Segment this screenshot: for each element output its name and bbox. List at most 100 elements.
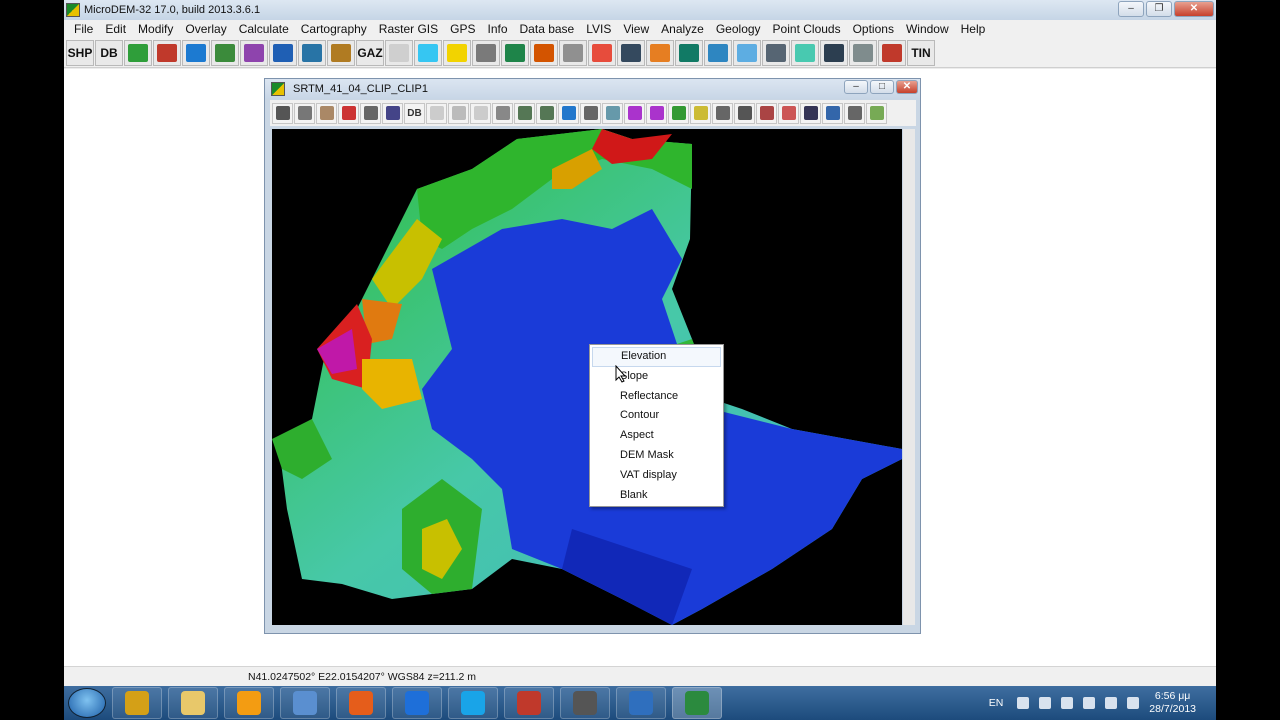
language-indicator[interactable]: EN — [989, 697, 1004, 709]
grid-icon[interactable] — [240, 39, 268, 66]
clock[interactable]: 6:56 μμ 28/7/2013 — [1149, 690, 1196, 716]
gaz-button[interactable]: GAZ — [356, 39, 384, 66]
map-window-icon[interactable] — [271, 82, 285, 96]
los-icon[interactable] — [530, 39, 558, 66]
context-menu-item-vat-display[interactable]: VAT display — [590, 466, 723, 486]
menu-overlay[interactable]: Overlay — [179, 22, 232, 36]
menu-view[interactable]: View — [617, 22, 655, 36]
building-icon[interactable] — [675, 39, 703, 66]
map-window-titlebar[interactable]: SRTM_41_04_CLIP_CLIP1 – □ ✕ — [265, 79, 920, 99]
map-vertical-scrollbar[interactable] — [903, 129, 915, 625]
tin-button[interactable]: TIN — [907, 39, 935, 66]
shp-button[interactable]: SHP — [66, 39, 94, 66]
context-menu-item-aspect[interactable]: Aspect — [590, 426, 723, 446]
help-icon[interactable] — [844, 102, 865, 124]
map-close-button[interactable]: ✕ — [896, 80, 918, 94]
map-minimize-button[interactable]: – — [844, 80, 868, 94]
vector-icon[interactable] — [182, 39, 210, 66]
web-icon[interactable] — [822, 102, 843, 124]
taskbar-google-earth-button[interactable] — [616, 687, 666, 719]
wire-globe-icon[interactable] — [820, 39, 848, 66]
close-button[interactable]: ✕ — [1174, 1, 1214, 17]
menu-geology[interactable]: Geology — [710, 22, 767, 36]
taskbar-library-button[interactable] — [112, 687, 162, 719]
context-menu-item-dem-mask[interactable]: DEM Mask — [590, 446, 723, 466]
tetra-icon[interactable] — [849, 39, 877, 66]
zoom-window-icon[interactable] — [492, 102, 513, 124]
zoom-out-icon[interactable] — [536, 102, 557, 124]
field-guide-icon[interactable] — [327, 39, 355, 66]
power-icon[interactable] — [1061, 697, 1074, 709]
network-icon[interactable] — [1083, 697, 1096, 709]
pixel-icon[interactable] — [800, 102, 821, 124]
taskbar-filezilla-button[interactable] — [504, 687, 554, 719]
graticule-icon[interactable] — [734, 102, 755, 124]
menu-info[interactable]: Info — [482, 22, 514, 36]
target-icon[interactable] — [712, 102, 733, 124]
profile-icon[interactable] — [559, 39, 587, 66]
map-open-icon[interactable] — [124, 39, 152, 66]
menu-cartography[interactable]: Cartography — [295, 22, 373, 36]
db-icon[interactable]: DB — [404, 102, 425, 124]
flag-icon[interactable] — [1039, 697, 1052, 709]
extra-icon[interactable] — [866, 102, 887, 124]
db-button[interactable]: DB — [95, 39, 123, 66]
redraw-icon[interactable] — [338, 102, 359, 124]
measure-icon[interactable] — [580, 102, 601, 124]
taskbar-microdem-button[interactable] — [672, 687, 722, 719]
context-menu-item-slope[interactable]: Slope — [590, 367, 723, 387]
menu-modify[interactable]: Modify — [132, 22, 179, 36]
duplicate-icon[interactable] — [756, 102, 777, 124]
dem-map-canvas[interactable] — [272, 129, 902, 625]
menu-options[interactable]: Options — [847, 22, 900, 36]
opengl-icon[interactable] — [762, 39, 790, 66]
taskbar-podcast-button[interactable] — [560, 687, 610, 719]
copy-icon[interactable] — [294, 102, 315, 124]
menu-calculate[interactable]: Calculate — [233, 22, 295, 36]
select-icon[interactable] — [382, 102, 403, 124]
network-icon[interactable] — [617, 39, 645, 66]
surface-icon[interactable] — [791, 39, 819, 66]
minimize-button[interactable]: – — [1118, 1, 1144, 17]
menu-lvis[interactable]: LVIS — [580, 22, 617, 36]
dem-icon[interactable] — [153, 39, 181, 66]
globe-icon[interactable] — [269, 39, 297, 66]
taskbar-teamviewer-button[interactable] — [392, 687, 442, 719]
update-icon[interactable] — [1127, 697, 1140, 709]
refresh-icon[interactable] — [558, 102, 579, 124]
zoom-in-icon[interactable] — [514, 102, 535, 124]
context-menu-item-blank[interactable]: Blank — [590, 486, 723, 506]
fly2-icon[interactable] — [733, 39, 761, 66]
shape-icon[interactable] — [624, 102, 645, 124]
pan-icon[interactable] — [448, 102, 469, 124]
overlay-icon[interactable] — [668, 102, 689, 124]
rainbow-icon[interactable] — [588, 39, 616, 66]
sun-icon[interactable] — [443, 39, 471, 66]
landsat-icon[interactable] — [501, 39, 529, 66]
sample-icon[interactable] — [778, 102, 799, 124]
app-titlebar[interactable]: MicroDEM-32 17.0, build 2013.3.6.1 – ❐ ✕ — [64, 0, 1216, 20]
utm-icon[interactable] — [414, 39, 442, 66]
menu-analyze[interactable]: Analyze — [655, 22, 710, 36]
peak-icon[interactable] — [646, 102, 667, 124]
volume-icon[interactable] — [1105, 697, 1118, 709]
map-maximize-button[interactable]: □ — [870, 80, 894, 94]
terrain-icon[interactable] — [211, 39, 239, 66]
menu-help[interactable]: Help — [955, 22, 992, 36]
context-menu-item-contour[interactable]: Contour — [590, 406, 723, 426]
menu-file[interactable]: File — [68, 22, 99, 36]
tern-icon[interactable] — [878, 39, 906, 66]
menu-data-base[interactable]: Data base — [514, 22, 581, 36]
legend-icon[interactable] — [316, 102, 337, 124]
profile-icon[interactable] — [602, 102, 623, 124]
grid-icon[interactable] — [690, 102, 711, 124]
show-hidden-icons-icon[interactable] — [1017, 697, 1030, 709]
taskbar-explorer-button[interactable] — [168, 687, 218, 719]
context-menu-item-elevation[interactable]: Elevation — [592, 347, 721, 367]
menu-window[interactable]: Window — [900, 22, 955, 36]
crosshair-icon[interactable] — [470, 102, 491, 124]
taskbar-media-player-button[interactable] — [224, 687, 274, 719]
world-icon[interactable] — [298, 39, 326, 66]
overlay-icon[interactable] — [646, 39, 674, 66]
taskbar-firefox-button[interactable] — [336, 687, 386, 719]
